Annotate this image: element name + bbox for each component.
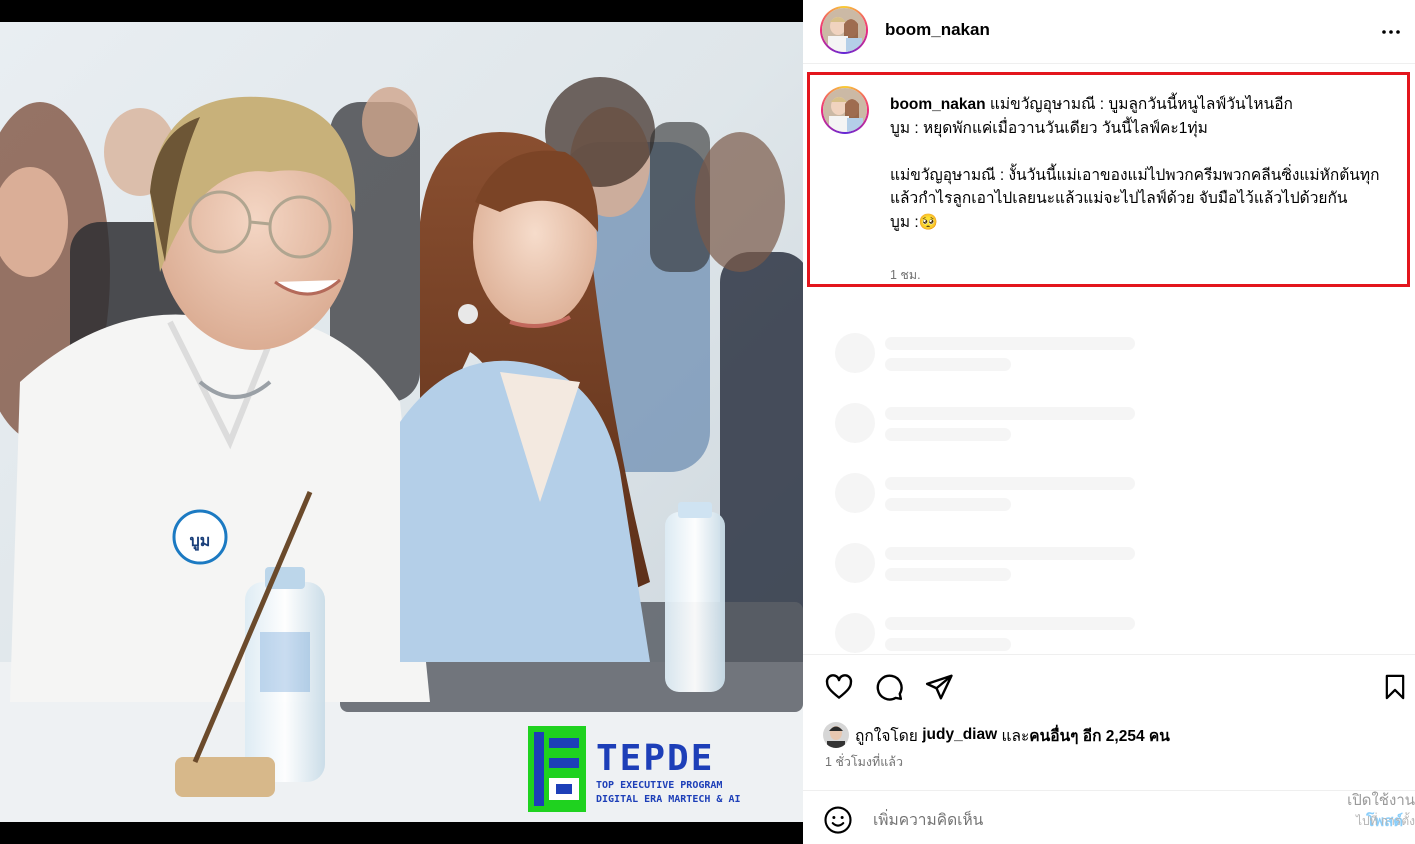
author-avatar[interactable] [820, 6, 868, 54]
tepde-logo: TEPDE TOP EXECUTIVE PROGRAM DIGITAL ERA … [528, 726, 741, 812]
post-sidebar: boom_nakan boom_nakan แม่ขวัญอุษามณี: บ… [803, 0, 1415, 844]
post-image-panel: บูม TEPDE TOP EXECUTIVE PROGRAM DIGITAL … [0, 0, 803, 844]
likes-prefix: ถูกใจโดย [855, 727, 918, 745]
bookmark-icon[interactable] [1379, 671, 1411, 703]
comment-input[interactable] [873, 809, 1253, 833]
name-badge-text: บูม [190, 531, 211, 552]
caption-line-1: แม่ขวัญอุษามณี : บูมลูกวันนี้หนูไลฟ์วันไ… [989, 96, 1293, 113]
caption-line-3: แม่ขวัญอุษามณี : งั้นวันนี้แม่เอาของแม่ไ… [890, 166, 1380, 208]
pleading-face-emoji: 🥺 [918, 213, 938, 231]
avatar-image [823, 88, 867, 132]
caption-line-4: บูม : [890, 213, 919, 231]
liker-username[interactable]: judy_diaw [922, 726, 997, 744]
comment-icon[interactable] [873, 671, 905, 703]
likes-summary: ถูกใจโดย judy_diaw และ คนอื่นๆ อีก 2,254 … [823, 722, 1170, 748]
caption-line-2: บูม : หยุดพักแค่เมื่อวานวันเดียว วันนี้ไ… [890, 119, 1208, 137]
avatar-image [822, 8, 866, 52]
author-username[interactable]: boom_nakan [885, 20, 990, 40]
post-header: boom_nakan [803, 0, 1415, 64]
post-photo[interactable]: บูม TEPDE TOP EXECUTIVE PROGRAM DIGITAL … [0, 22, 803, 822]
more-horizontal-icon[interactable] [1379, 20, 1403, 44]
watermark-line-2: ไปที่ การตั้ง [1356, 814, 1415, 828]
post-actions [803, 654, 1415, 720]
likes-middle: และ [1001, 727, 1030, 745]
watermark-line-1: เปิดใช้งาน [1347, 792, 1415, 809]
send-icon[interactable] [923, 671, 955, 703]
caption-highlight-box: boom_nakan แม่ขวัญอุษามณี : บูมลูกวันนี้… [807, 72, 1410, 287]
tepde-logo-sub2: DIGITAL ERA MARTECH & AI [596, 794, 741, 805]
caption-time[interactable]: 1 ชม. [890, 265, 921, 285]
caption-username[interactable]: boom_nakan [890, 96, 986, 113]
caption-avatar[interactable] [821, 86, 869, 134]
post-caption: boom_nakan แม่ขวัญอุษามณี : บูมลูกวันนี้… [890, 93, 1400, 234]
windows-activation-watermark: เปิดใช้งาน ไปที่ การตั้ง [1335, 791, 1415, 831]
liker-avatar[interactable] [823, 722, 849, 748]
tepde-logo-sub1: TOP EXECUTIVE PROGRAM [596, 780, 722, 791]
comment-bar: โพสต์ เปิดใช้งาน ไปที่ การตั้ง [803, 790, 1415, 844]
likes-others[interactable]: คนอื่นๆ อีก 2,254 คน [1029, 723, 1170, 748]
tepde-logo-title: TEPDE [596, 738, 714, 779]
heart-icon[interactable] [823, 671, 855, 703]
post-timestamp[interactable]: 1 ชั่วโมงที่แล้ว [825, 752, 903, 772]
post-photo-illustration: บูม TEPDE TOP EXECUTIVE PROGRAM DIGITAL … [0, 22, 803, 822]
smiley-icon[interactable] [823, 805, 853, 835]
